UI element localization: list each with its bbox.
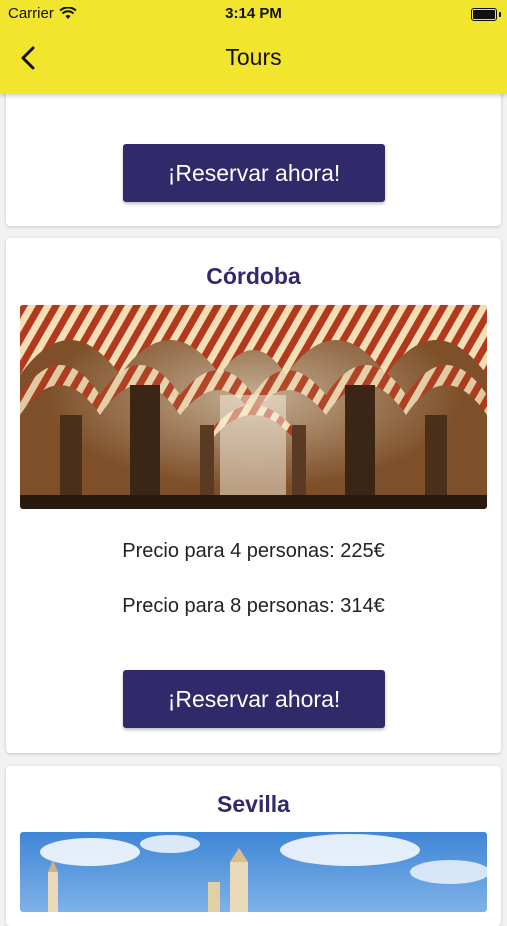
- price-4-persons: Precio para 4 personas: 225€: [122, 540, 385, 562]
- tour-image-mezquita: [20, 305, 487, 509]
- book-now-button[interactable]: ¡Reservar ahora!: [123, 670, 385, 728]
- price-8-persons: Precio para 8 personas: 314€: [122, 595, 385, 617]
- header-bar: Carrier 3:14 PM Tours: [0, 0, 507, 94]
- book-now-button[interactable]: ¡Reservar ahora!: [123, 144, 385, 202]
- tour-card-sevilla: Sevilla: [6, 766, 501, 926]
- tour-card-cordoba: Córdoba Precio para 4 personas: 225€ Pre…: [6, 238, 501, 753]
- tour-city-title: Sevilla: [217, 791, 290, 817]
- status-bar: Carrier 3:14 PM: [0, 0, 507, 28]
- battery-icon: [471, 8, 501, 21]
- tour-image-sevilla: [20, 832, 487, 912]
- page-title: Tours: [225, 44, 282, 70]
- status-time: 3:14 PM: [225, 5, 282, 22]
- navigation-bar: Tours: [0, 28, 507, 94]
- tour-city-title: Córdoba: [206, 263, 301, 289]
- tour-card: ¡Reservar ahora!: [6, 80, 501, 226]
